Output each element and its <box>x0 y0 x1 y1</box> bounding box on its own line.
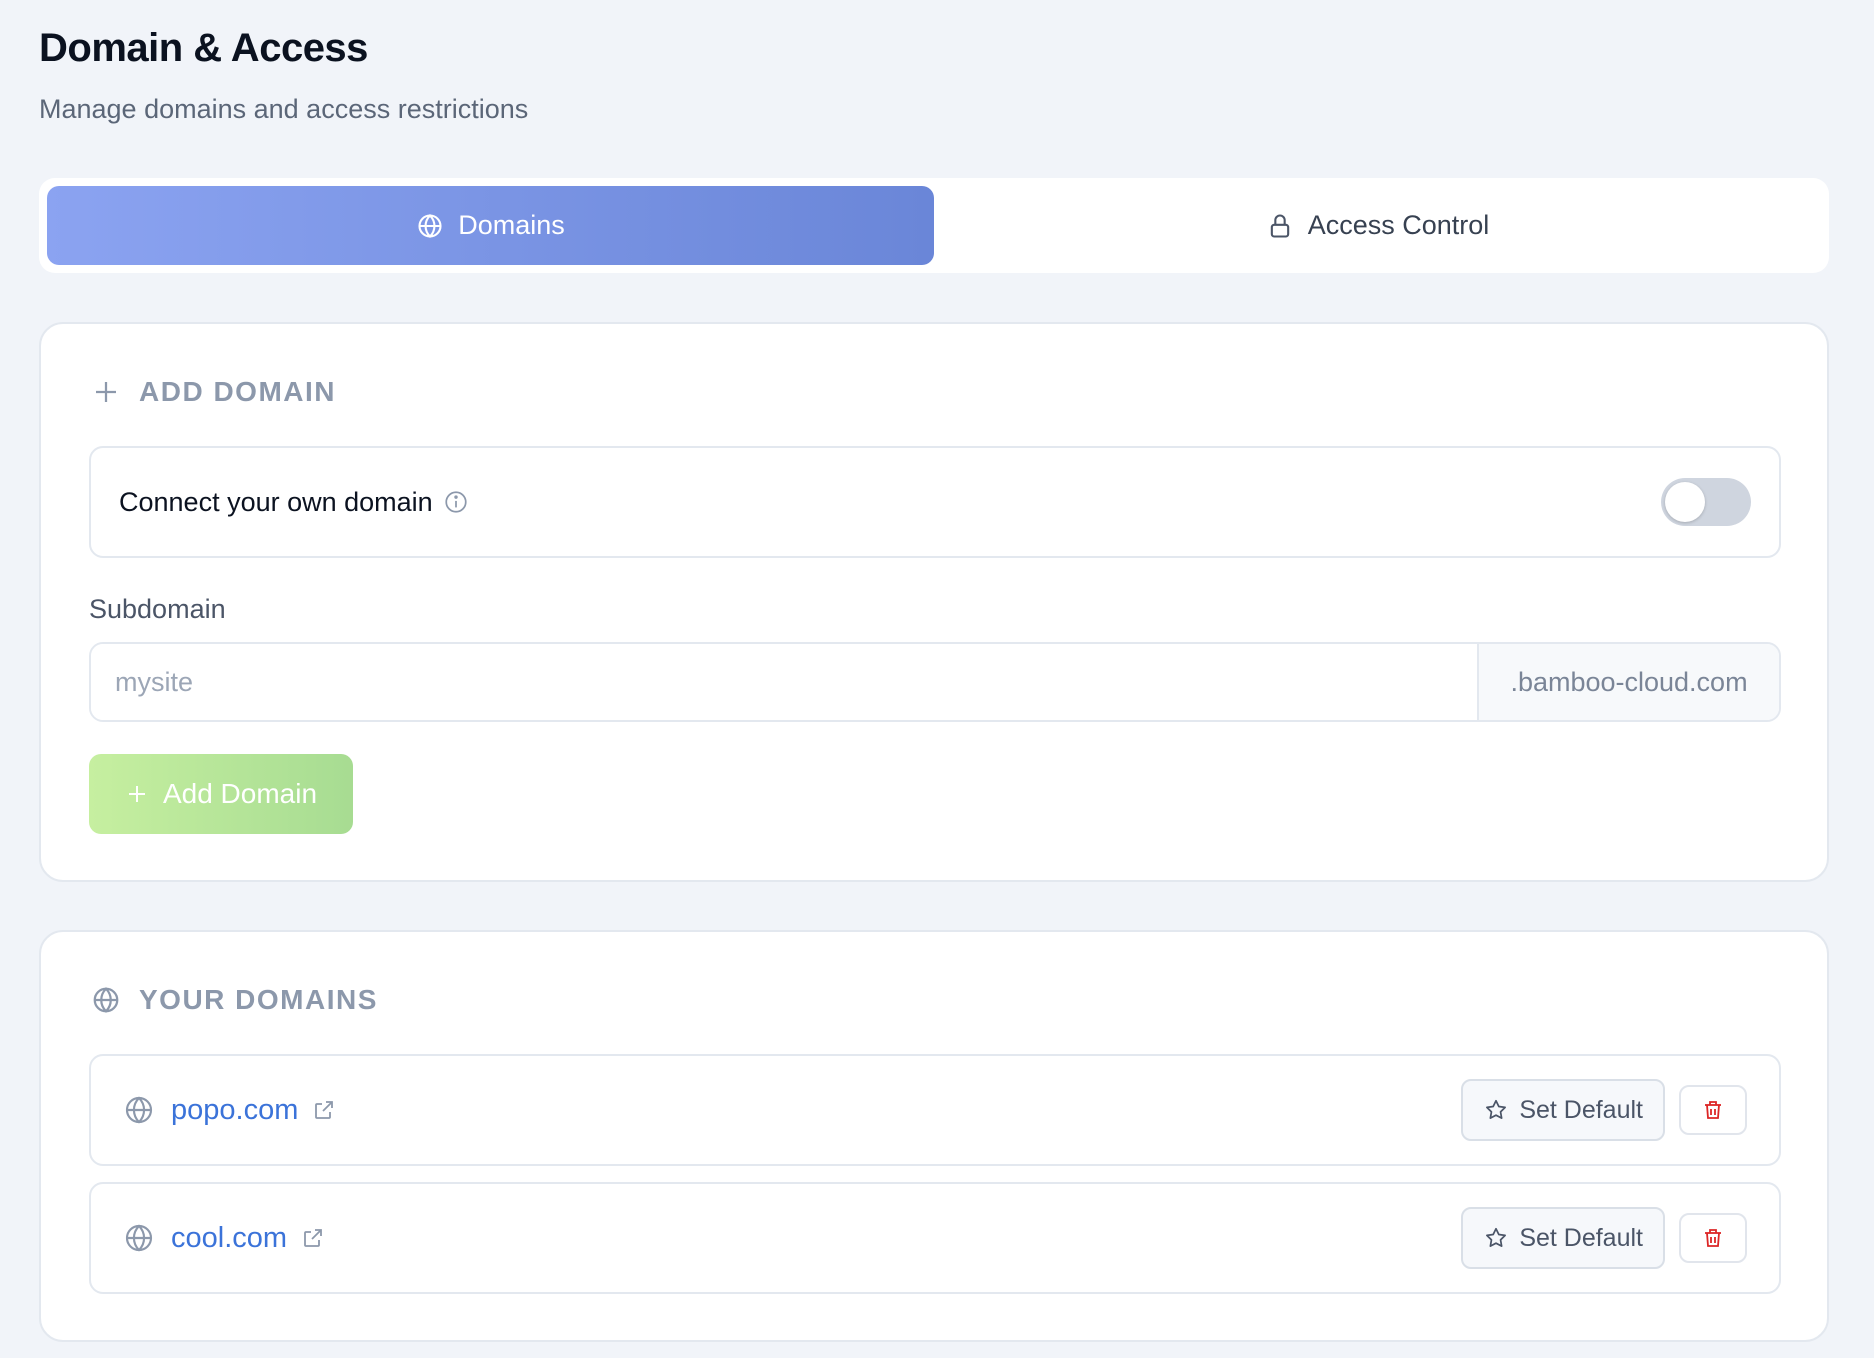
subdomain-label: Subdomain <box>89 594 226 624</box>
set-default-label: Set Default <box>1519 1223 1643 1252</box>
globe-icon <box>93 987 119 1013</box>
subdomain-input-group: .bamboo-cloud.com <box>89 642 1781 722</box>
lock-icon <box>1270 214 1289 238</box>
external-link-icon[interactable] <box>312 1098 336 1122</box>
page: Domain & Access Manage domains and acces… <box>0 0 1874 1358</box>
globe-icon <box>125 1224 153 1252</box>
star-icon <box>1486 1227 1507 1247</box>
domain-row: popo.com Set Default <box>89 1054 1781 1166</box>
globe-icon <box>418 213 442 238</box>
domain-row-actions: Set Default <box>1461 1079 1747 1141</box>
delete-domain-button[interactable] <box>1679 1213 1747 1263</box>
add-domain-heading: ADD DOMAIN <box>91 376 336 408</box>
delete-domain-button[interactable] <box>1679 1085 1747 1135</box>
your-domains-heading: YOUR DOMAINS <box>91 984 378 1016</box>
subdomain-input[interactable] <box>91 644 1477 720</box>
plus-icon <box>128 786 145 802</box>
trash-icon <box>1705 1101 1721 1119</box>
tab-bar: Domains Access Control <box>39 178 1829 273</box>
connect-own-domain-label-wrap: Connect your own domain <box>119 487 469 518</box>
connect-own-domain-label: Connect your own domain <box>119 486 433 517</box>
add-domain-button[interactable]: Add Domain <box>89 754 353 834</box>
globe-icon <box>125 1096 153 1124</box>
connect-own-domain-row: Connect your own domain <box>89 446 1781 558</box>
tab-access-control[interactable]: Access Control <box>934 186 1821 265</box>
page-title: Domain & Access <box>39 26 368 70</box>
plus-icon <box>96 382 116 402</box>
trash-icon <box>1705 1229 1721 1247</box>
domain-link[interactable]: cool.com <box>171 1222 287 1255</box>
your-domains-heading-label: YOUR DOMAINS <box>139 984 378 1015</box>
domain-row-actions: Set Default <box>1461 1207 1747 1269</box>
tab-domains[interactable]: Domains <box>47 186 934 265</box>
domain-link[interactable]: popo.com <box>171 1094 298 1127</box>
external-link-icon[interactable] <box>301 1226 325 1250</box>
info-icon[interactable] <box>443 489 469 515</box>
toggle-knob <box>1665 482 1705 522</box>
set-default-button[interactable]: Set Default <box>1461 1079 1665 1141</box>
page-subtitle: Manage domains and access restrictions <box>39 94 529 124</box>
add-domain-card: ADD DOMAIN Connect your own domain Subdo… <box>39 322 1829 882</box>
set-default-label: Set Default <box>1519 1095 1643 1124</box>
connect-own-domain-toggle[interactable] <box>1661 478 1751 526</box>
star-icon <box>1486 1099 1507 1119</box>
add-domain-heading-label: ADD DOMAIN <box>139 376 336 407</box>
domain-row: cool.com Set Default <box>89 1182 1781 1294</box>
add-domain-button-label: Add Domain <box>162 778 318 809</box>
your-domains-card: YOUR DOMAINS popo.com Set Default cool.c… <box>39 930 1829 1342</box>
tab-access-control-label: Access Control <box>1307 210 1490 240</box>
subdomain-suffix: .bamboo-cloud.com <box>1477 644 1779 720</box>
set-default-button[interactable]: Set Default <box>1461 1207 1665 1269</box>
tab-domains-label: Domains <box>458 210 565 240</box>
